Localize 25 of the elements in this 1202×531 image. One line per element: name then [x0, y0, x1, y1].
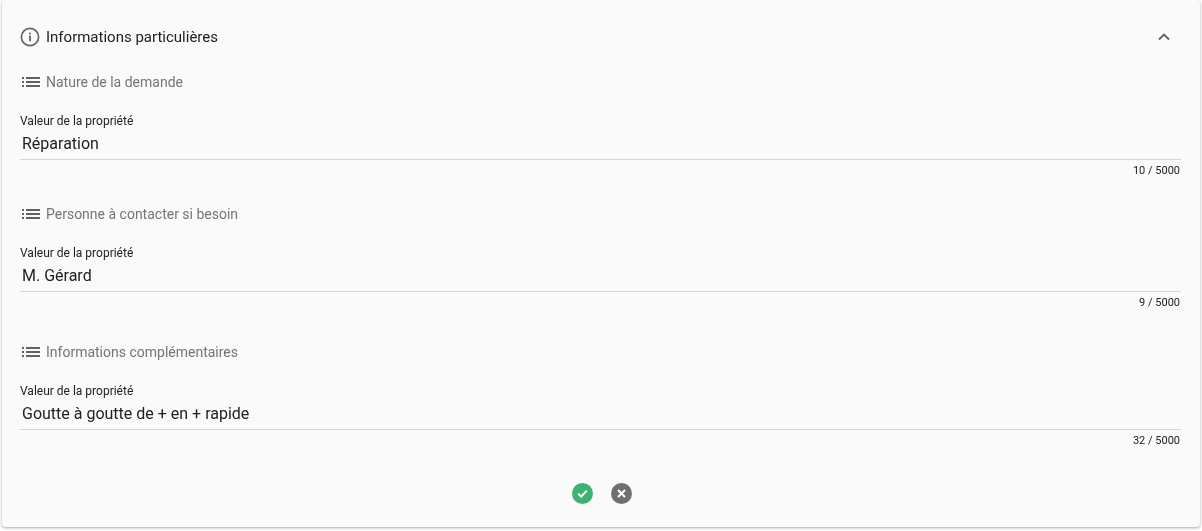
- field-value: M. Gérard: [22, 266, 92, 286]
- list-icon: [22, 346, 40, 358]
- field-value: Réparation: [22, 134, 99, 154]
- property-name: Nature de la demande: [46, 72, 183, 92]
- property-value-field[interactable]: Valeur de la propriété M. Gérard: [20, 246, 1181, 292]
- property-value-field[interactable]: Valeur de la propriété Réparation: [20, 114, 1181, 160]
- field-value: Goutte à goutte de + en + rapide: [22, 404, 250, 424]
- check-icon: [576, 487, 589, 500]
- property-name: Personne à contacter si besoin: [46, 204, 239, 224]
- chevron-up-icon: [1157, 32, 1171, 42]
- field-label: Valeur de la propriété: [20, 114, 134, 128]
- character-counter: 32 / 5000: [1132, 434, 1180, 448]
- property-name: Informations complémentaires: [46, 342, 238, 362]
- character-counter: 10 / 5000: [1132, 164, 1180, 178]
- field-label: Valeur de la propriété: [20, 246, 134, 260]
- field-label: Valeur de la propriété: [20, 384, 134, 398]
- list-icon: [22, 76, 40, 88]
- list-icon: [22, 208, 40, 220]
- character-counter: 9 / 5000: [1139, 296, 1180, 310]
- close-icon: [616, 488, 627, 499]
- panel-title: Informations particulières: [46, 26, 218, 48]
- confirm-button[interactable]: [572, 483, 593, 504]
- property-value-field[interactable]: Valeur de la propriété Goutte à goutte de + en + rapide: [20, 384, 1181, 430]
- cancel-button[interactable]: [611, 483, 632, 504]
- info-icon: [20, 27, 40, 47]
